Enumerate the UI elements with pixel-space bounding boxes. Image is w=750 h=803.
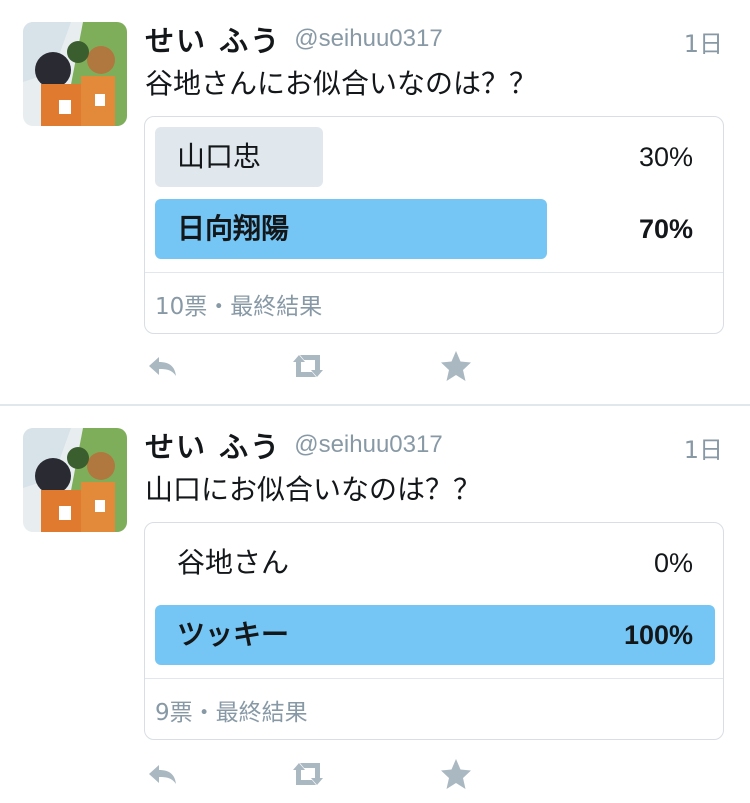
- poll-option-label: 山口忠: [177, 140, 262, 173]
- reply-icon[interactable]: [145, 756, 181, 792]
- avatar[interactable]: [23, 22, 127, 126]
- poll-card: 山口忠 30% 日向翔陽 70% 10票・最終結果: [144, 116, 724, 334]
- avatar-image: [23, 22, 127, 126]
- tweet-text: 谷地さんにお似合いなのは？？: [145, 67, 538, 100]
- tweet-header: せい ふう @seihuu0317 1日: [145, 424, 725, 464]
- like-star-icon[interactable]: [438, 348, 474, 384]
- poll-option-label: 日向翔陽: [177, 212, 290, 245]
- user-handle[interactable]: @seihuu0317: [294, 431, 442, 458]
- avatar-image: [23, 428, 127, 532]
- tweet-header: せい ふう @seihuu0317 1日: [145, 18, 725, 58]
- poll-option: ツッキー 100%: [155, 605, 715, 665]
- poll-footer: 9票・最終結果: [155, 700, 308, 726]
- like-star-icon[interactable]: [438, 756, 474, 792]
- poll-option: 山口忠 30%: [155, 127, 715, 187]
- tweet[interactable]: せい ふう @seihuu0317 1日 谷地さんにお似合いなのは？？ 山口忠 …: [0, 0, 750, 404]
- retweet-icon[interactable]: [288, 348, 324, 384]
- tweet-actions: [145, 348, 485, 384]
- poll-divider: [145, 272, 723, 273]
- tweet-text: 山口にお似合いなのは？？: [145, 473, 482, 506]
- tweet-actions: [145, 756, 485, 792]
- poll-option-percent: 30%: [638, 142, 693, 172]
- timestamp[interactable]: 1日: [684, 430, 723, 465]
- poll-option: 日向翔陽 70%: [155, 199, 715, 259]
- tweet[interactable]: せい ふう @seihuu0317 1日 山口にお似合いなのは？？ 谷地さん 0…: [0, 406, 750, 803]
- poll-option-label: 谷地さん: [177, 546, 290, 579]
- reply-icon[interactable]: [145, 348, 181, 384]
- avatar[interactable]: [23, 428, 127, 532]
- poll-option: 谷地さん 0%: [155, 533, 715, 593]
- display-name[interactable]: せい ふう: [145, 430, 281, 464]
- timestamp[interactable]: 1日: [684, 24, 723, 59]
- poll-option-percent: 100%: [623, 620, 693, 650]
- display-name[interactable]: せい ふう: [145, 24, 281, 58]
- poll-option-label: ツッキー: [177, 618, 290, 651]
- poll-card: 谷地さん 0% ツッキー 100% 9票・最終結果: [144, 522, 724, 740]
- poll-divider: [145, 678, 723, 679]
- poll-footer: 10票・最終結果: [155, 294, 323, 320]
- retweet-icon[interactable]: [288, 756, 324, 792]
- poll-option-percent: 70%: [638, 214, 693, 244]
- user-handle[interactable]: @seihuu0317: [294, 25, 442, 52]
- poll-option-percent: 0%: [653, 548, 693, 578]
